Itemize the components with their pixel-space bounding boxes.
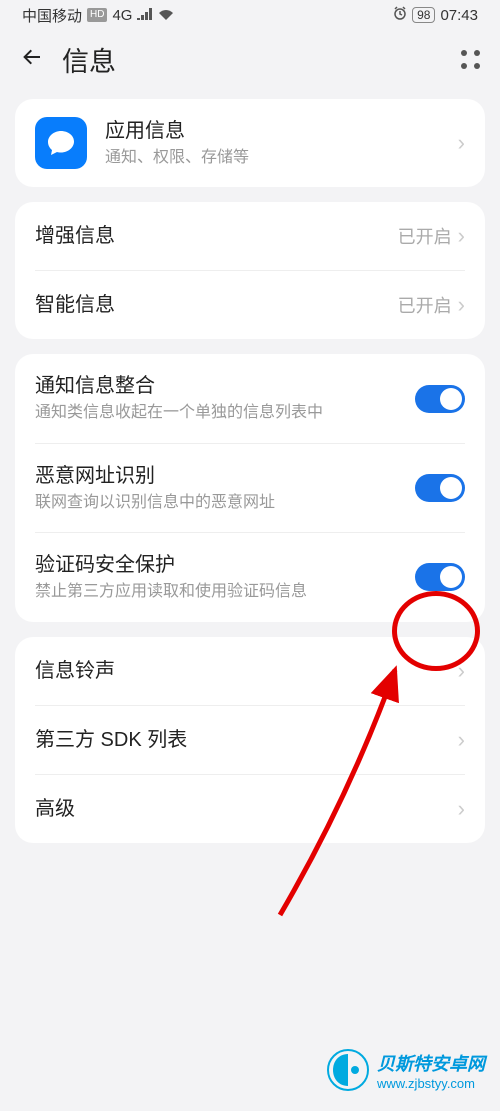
merge-toggle[interactable] bbox=[415, 385, 465, 413]
watermark-icon bbox=[327, 1049, 369, 1091]
wifi-icon bbox=[158, 7, 174, 24]
smart-title: 智能信息 bbox=[35, 291, 398, 319]
panel-other: 信息铃声 › 第三方 SDK 列表 › 高级 › bbox=[15, 637, 485, 843]
row-advanced[interactable]: 高级 › bbox=[15, 775, 485, 843]
verify-title: 验证码安全保护 bbox=[35, 551, 415, 579]
chevron-right-icon: › bbox=[458, 658, 465, 684]
row-malicious[interactable]: 恶意网址识别 联网查询以识别信息中的恶意网址 bbox=[15, 444, 485, 532]
hd-badge: HD bbox=[87, 8, 107, 22]
time-label: 07:43 bbox=[440, 7, 478, 24]
verify-toggle[interactable] bbox=[415, 563, 465, 591]
battery-level: 98 bbox=[417, 8, 430, 22]
malicious-toggle[interactable] bbox=[415, 474, 465, 502]
status-bar: 中国移动 HD 4G 98 07:43 bbox=[0, 0, 500, 30]
row-ringtone[interactable]: 信息铃声 › bbox=[15, 637, 485, 705]
signal-icon bbox=[137, 7, 153, 24]
malicious-title: 恶意网址识别 bbox=[35, 462, 415, 490]
chevron-right-icon: › bbox=[458, 727, 465, 753]
merge-subtitle: 通知类信息收起在一个单独的信息列表中 bbox=[35, 402, 415, 424]
status-right: 98 07:43 bbox=[393, 6, 478, 24]
panel-settings: 通知信息整合 通知类信息收起在一个单独的信息列表中 恶意网址识别 联网查询以识别… bbox=[15, 354, 485, 621]
merge-title: 通知信息整合 bbox=[35, 372, 415, 400]
carrier-label: 中国移动 bbox=[22, 5, 82, 26]
row-enhanced[interactable]: 增强信息 已开启 › bbox=[15, 202, 485, 270]
back-button[interactable] bbox=[20, 44, 44, 76]
sdk-title: 第三方 SDK 列表 bbox=[35, 726, 458, 754]
advanced-title: 高级 bbox=[35, 795, 458, 823]
enhanced-title: 增强信息 bbox=[35, 222, 398, 250]
app-info-subtitle: 通知、权限、存储等 bbox=[105, 147, 458, 169]
panel-app-info: 应用信息 通知、权限、存储等 › bbox=[15, 99, 485, 187]
row-sdk[interactable]: 第三方 SDK 列表 › bbox=[15, 706, 485, 774]
alarm-icon bbox=[393, 6, 407, 24]
app-icon bbox=[35, 117, 87, 169]
watermark: 贝斯特安卓网 www.zjbstyy.com bbox=[327, 1049, 485, 1091]
row-verify[interactable]: 验证码安全保护 禁止第三方应用读取和使用验证码信息 bbox=[15, 533, 485, 621]
chevron-right-icon: › bbox=[458, 223, 465, 249]
row-smart[interactable]: 智能信息 已开启 › bbox=[15, 271, 485, 339]
panel-features: 增强信息 已开启 › 智能信息 已开启 › bbox=[15, 202, 485, 339]
status-left: 中国移动 HD 4G bbox=[22, 5, 174, 26]
verify-subtitle: 禁止第三方应用读取和使用验证码信息 bbox=[35, 581, 415, 603]
row-app-info[interactable]: 应用信息 通知、权限、存储等 › bbox=[15, 99, 485, 187]
enhanced-value: 已开启 bbox=[398, 223, 452, 249]
chevron-right-icon: › bbox=[458, 796, 465, 822]
menu-button[interactable] bbox=[461, 50, 480, 69]
watermark-title: 贝斯特安卓网 bbox=[377, 1050, 485, 1076]
ringtone-title: 信息铃声 bbox=[35, 657, 458, 685]
chevron-right-icon: › bbox=[458, 130, 465, 156]
nav-bar: 信息 bbox=[0, 30, 500, 99]
app-info-title: 应用信息 bbox=[105, 117, 458, 145]
battery-indicator: 98 bbox=[412, 7, 435, 23]
watermark-url: www.zjbstyy.com bbox=[377, 1076, 485, 1091]
row-merge[interactable]: 通知信息整合 通知类信息收起在一个单独的信息列表中 bbox=[15, 354, 485, 442]
network-label: 4G bbox=[112, 7, 132, 24]
page-title: 信息 bbox=[62, 40, 461, 79]
chevron-right-icon: › bbox=[458, 292, 465, 318]
malicious-subtitle: 联网查询以识别信息中的恶意网址 bbox=[35, 492, 415, 514]
smart-value: 已开启 bbox=[398, 292, 452, 318]
